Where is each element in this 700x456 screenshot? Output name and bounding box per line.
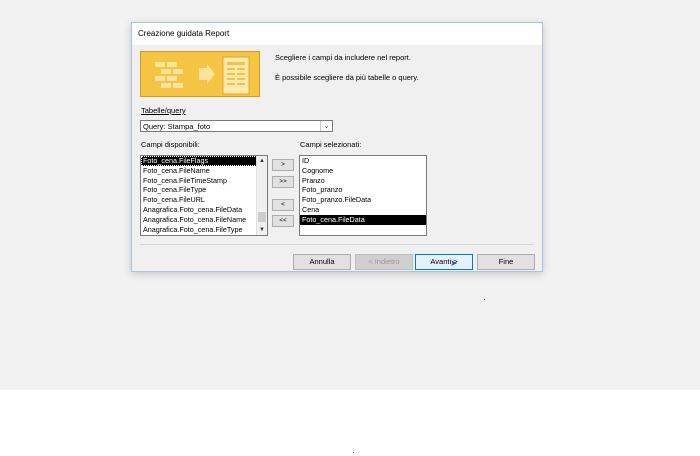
list-item[interactable]: Foto_pranzo.FileData xyxy=(300,195,426,205)
list-item[interactable]: Foto_pranzo xyxy=(300,185,426,195)
list-item[interactable]: Foto_cena.FileURL xyxy=(141,195,267,205)
title-bar: Creazione guidata Report xyxy=(132,23,542,45)
list-item[interactable]: Foto_cena.FileName xyxy=(141,166,267,176)
list-item[interactable]: Foto_cena.FileType xyxy=(141,185,267,195)
mouse-pointer-icon: ➤ xyxy=(450,258,458,268)
back-button[interactable]: < Indietro xyxy=(355,254,413,270)
chevron-down-icon[interactable]: ⌄ xyxy=(320,121,332,131)
screen-dot xyxy=(484,299,485,300)
list-item[interactable]: Pranzo xyxy=(300,176,426,186)
cancel-button[interactable]: Annulla xyxy=(293,254,351,270)
dialog-title: Creazione guidata Report xyxy=(138,29,230,38)
list-item[interactable]: Cognome xyxy=(300,166,426,176)
list-item[interactable]: ID xyxy=(300,156,426,166)
selected-fields-label: Campi selezionati: xyxy=(300,140,362,149)
vertical-scrollbar[interactable]: ▲ ▼ xyxy=(256,156,267,235)
scroll-down-icon[interactable]: ▼ xyxy=(257,225,267,235)
list-item[interactable]: Foto_cena.FileFlags xyxy=(141,156,267,166)
remove-field-button[interactable]: < xyxy=(272,199,294,211)
list-item[interactable]: Anagrafica.Foto_cena.FileType xyxy=(141,225,267,235)
next-button[interactable]: Avanti > xyxy=(415,254,473,270)
list-item[interactable]: Foto_cena.FileTimeStamp xyxy=(141,176,267,186)
finish-button[interactable]: Fine xyxy=(477,254,535,270)
remove-all-fields-button[interactable]: << xyxy=(272,215,294,227)
divider xyxy=(140,244,534,245)
instruction-text-1: Scegliere i campi da includere nel repor… xyxy=(275,53,411,62)
list-item[interactable]: Cena xyxy=(300,205,426,215)
screen-dot xyxy=(353,452,354,453)
list-item[interactable]: Anagrafica.Foto_cena.FileName xyxy=(141,215,267,225)
available-fields-list[interactable]: Foto_cena.FileFlags Foto_cena.FileName F… xyxy=(140,155,268,236)
tables-queries-label: Tabelle/query xyxy=(141,106,186,115)
scroll-up-icon[interactable]: ▲ xyxy=(257,156,267,166)
tables-queries-combobox[interactable]: Query: Stampa_foto ⌄ xyxy=(140,120,333,132)
wizard-banner-icon xyxy=(140,51,260,97)
combobox-value: Query: Stampa_foto xyxy=(143,122,211,131)
report-wizard-dialog: Creazione guidata Report Scegliere i cam… xyxy=(131,22,543,272)
scroll-thumb[interactable] xyxy=(258,212,266,222)
available-fields-label: Campi disponibili: xyxy=(141,140,200,149)
instruction-text-2: È possibile scegliere da più tabelle o q… xyxy=(275,73,419,82)
add-all-fields-button[interactable]: >> xyxy=(272,176,294,188)
add-field-button[interactable]: > xyxy=(272,159,294,171)
selected-fields-list[interactable]: ID Cognome Pranzo Foto_pranzo Foto_pranz… xyxy=(299,155,427,236)
list-item[interactable]: Anagrafica.Foto_cena.FileData xyxy=(141,205,267,215)
list-item[interactable]: Foto_cena.FileData xyxy=(300,214,426,225)
